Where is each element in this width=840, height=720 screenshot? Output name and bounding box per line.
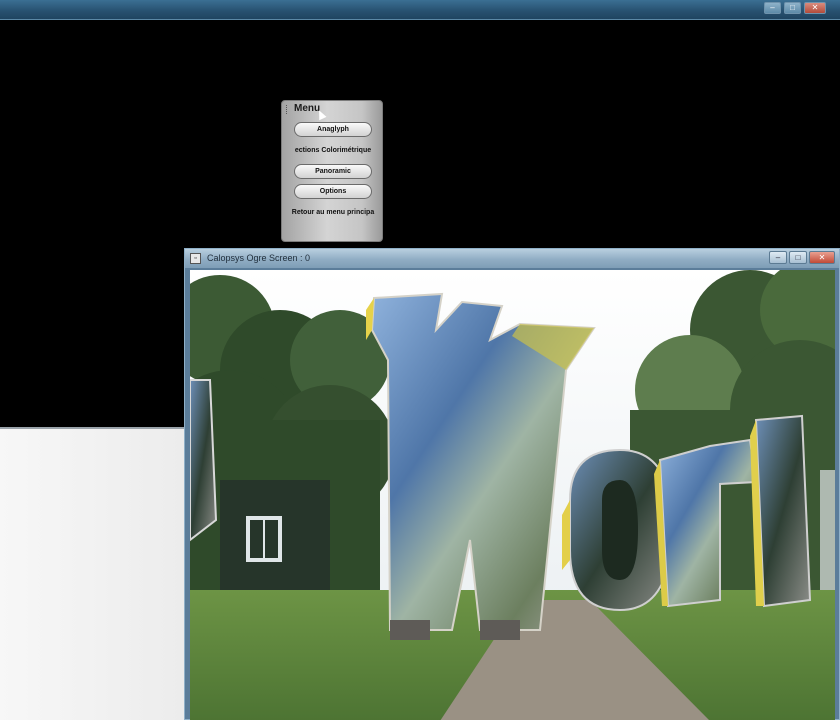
background-window-titlebar: – □ ✕ [0, 0, 840, 20]
anaglyph-button[interactable]: Anaglyph [294, 122, 372, 137]
close-button[interactable]: ✕ [809, 251, 835, 264]
ogre-window-title: Calopsys Ogre Screen : 0 [207, 253, 311, 263]
options-button[interactable]: Options [294, 184, 372, 199]
background-window-client-area [0, 427, 186, 720]
minimize-button[interactable]: – [769, 251, 787, 264]
background-window-controls: – □ ✕ [764, 2, 826, 14]
drag-handle[interactable] [286, 105, 289, 114]
minimize-button[interactable]: – [764, 2, 781, 14]
maximize-button[interactable]: □ [789, 251, 807, 264]
app-icon: ▫ [190, 253, 201, 264]
close-button[interactable]: ✕ [804, 2, 826, 14]
3d-scene [190, 270, 835, 720]
retour-menu-principal-button[interactable]: Retour au menu principa [284, 205, 382, 220]
ogre-render-window: ▫ Calopsys Ogre Screen : 0 – □ ✕ [184, 248, 840, 720]
screen: – □ ✕ Menu Anaglyph ections Colorimétriq… [0, 0, 840, 720]
corrections-colorimetrique-button[interactable]: ections Colorimétrique [284, 143, 382, 158]
ogre-window-controls: – □ ✕ [769, 251, 835, 264]
menu-panel: Menu Anaglyph ections Colorimétrique Pan… [281, 100, 383, 242]
ogre-window-titlebar[interactable]: ▫ Calopsys Ogre Screen : 0 – □ ✕ [185, 249, 839, 268]
panoramic-button[interactable]: Panoramic [294, 164, 372, 179]
maximize-button[interactable]: □ [784, 2, 801, 14]
house [220, 480, 330, 590]
3d-viewport[interactable] [190, 270, 835, 720]
